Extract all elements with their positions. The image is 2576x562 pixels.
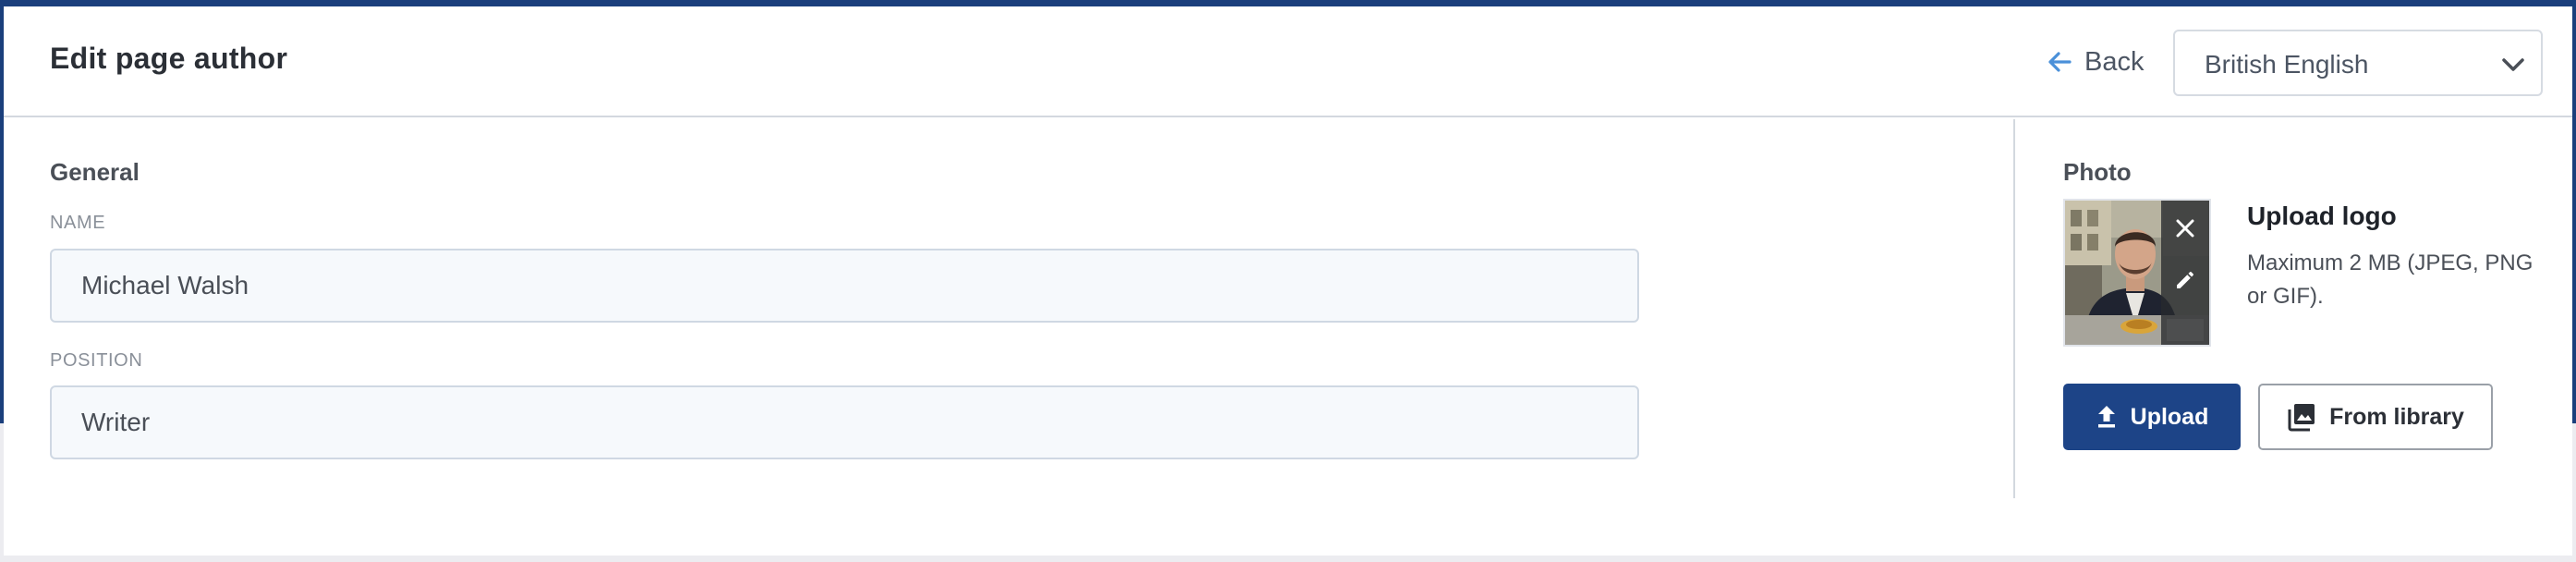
photo-actions-overlay xyxy=(2161,201,2209,345)
arrow-left-icon xyxy=(2046,48,2073,76)
page-title: Edit page author xyxy=(50,42,288,75)
back-link[interactable]: Back xyxy=(2046,43,2144,80)
name-input[interactable] xyxy=(50,249,1639,323)
photo-section-title: Photo xyxy=(2063,158,2132,186)
from-library-button-label: From library xyxy=(2329,403,2464,430)
section-divider xyxy=(2013,119,2015,498)
upload-hint: Maximum 2 MB (JPEG, PNG or GIF). xyxy=(2247,250,2533,309)
edit-author-card: Edit page author Back British English Ge… xyxy=(4,6,2572,556)
close-icon[interactable] xyxy=(2161,204,2209,252)
position-input[interactable] xyxy=(50,385,1639,459)
upload-icon xyxy=(2096,404,2118,430)
name-field-label: NAME xyxy=(50,213,106,233)
card-header: Edit page author Back British English xyxy=(4,6,2572,117)
language-select-value: British English xyxy=(2205,50,2369,79)
language-select[interactable]: British English xyxy=(2173,30,2543,96)
upload-title: Upload logo xyxy=(2247,202,2397,230)
from-library-button[interactable]: From library xyxy=(2258,384,2493,450)
chevron-down-icon xyxy=(2500,54,2526,80)
upload-button[interactable]: Upload xyxy=(2063,384,2241,450)
image-library-icon xyxy=(2287,402,2316,432)
general-section: General NAME POSITION xyxy=(4,119,2014,507)
author-photo xyxy=(2063,199,2211,347)
pencil-icon[interactable] xyxy=(2161,256,2209,304)
back-label: Back xyxy=(2084,46,2145,77)
position-field-label: POSITION xyxy=(50,350,143,371)
general-section-title: General xyxy=(50,158,140,186)
upload-button-label: Upload xyxy=(2130,403,2209,430)
